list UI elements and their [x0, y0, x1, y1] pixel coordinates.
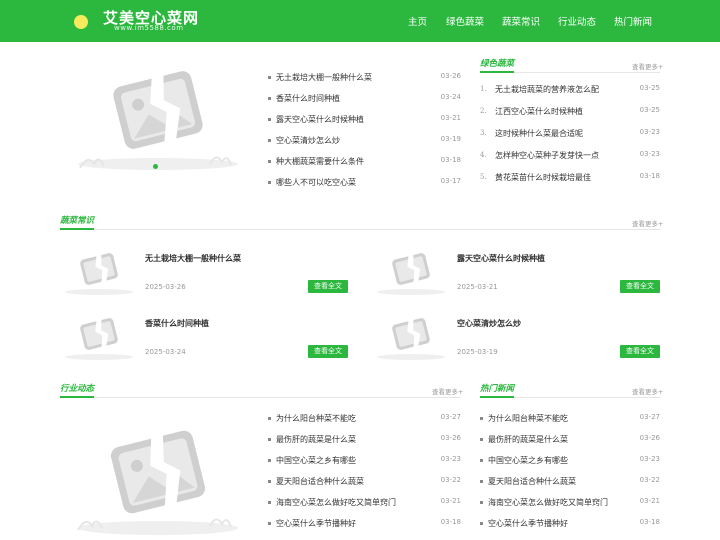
nav-item-home[interactable]: 主页 [408, 14, 427, 28]
article-thumbnail[interactable] [60, 307, 138, 363]
broken-image-icon [377, 318, 445, 360]
industry-banner-image[interactable] [60, 410, 255, 540]
article-title[interactable]: 香菜什么时间种植 [145, 318, 209, 329]
list-item[interactable]: 空心菜清炒怎么炒 03-19 [268, 135, 461, 149]
section-accent-bar [60, 396, 94, 398]
article-title[interactable]: 露天空心菜什么时候种植 [457, 253, 545, 264]
site-header: 艾美空心菜网 www.im5588.com 主页 绿色蔬菜 蔬菜常识 行业动态 … [0, 0, 720, 42]
list-item[interactable]: 夏天阳台适合种什么蔬菜 03-22 [480, 476, 660, 490]
divider [60, 229, 660, 230]
list-item[interactable]: 种大棚蔬菜需要什么条件 03-18 [268, 156, 461, 170]
article-date: 2025-03-19 [457, 348, 498, 356]
article-title[interactable]: 空心菜清炒怎么炒 [457, 318, 521, 329]
article-title[interactable]: 无土栽培大棚一般种什么菜 [145, 253, 241, 264]
featured-banner-image[interactable] [60, 60, 255, 175]
read-more-button[interactable]: 查看全文 [620, 345, 660, 358]
more-link-industry[interactable]: 查看更多+ [432, 386, 463, 396]
article-thumbnail[interactable] [60, 242, 138, 298]
nav-item-knowledge[interactable]: 蔬菜常识 [502, 14, 540, 28]
list-item[interactable]: 夏天阳台适合种什么蔬菜 03-22 [268, 476, 461, 490]
industry-list: 为什么阳台种菜不能吃 03-27 最伤肝的蔬菜是什么菜 03-26 中国空心菜之乡有… [268, 413, 461, 539]
broken-image-icon [377, 253, 445, 295]
article-date: 2025-03-21 [457, 283, 498, 291]
section-title-hot-news[interactable]: 热门新闻 [480, 382, 514, 394]
read-more-button[interactable]: 查看全文 [620, 280, 660, 293]
more-link-knowledge[interactable]: 查看更多+ [632, 218, 663, 228]
list-item[interactable]: 为什么阳台种菜不能吃 03-27 [480, 413, 660, 427]
list-item[interactable]: 4. 怎样种空心菜种子发芽快一点 03-23 [480, 150, 660, 164]
list-item[interactable]: 为什么阳台种菜不能吃 03-27 [268, 413, 461, 427]
article-thumbnail[interactable] [372, 242, 450, 298]
list-item[interactable]: 5. 黄花菜苗什么时候栽培最佳 03-18 [480, 172, 660, 186]
list-item[interactable]: 香菜什么时间种植 03-24 [268, 93, 461, 107]
read-more-button[interactable]: 查看全文 [308, 345, 348, 358]
nav-item-green-veg[interactable]: 绿色蔬菜 [446, 14, 484, 28]
list-item[interactable]: 哪些人不可以吃空心菜 03-17 [268, 177, 461, 191]
list-item[interactable]: 无土栽培大棚一般种什么菜 03-26 [268, 72, 461, 86]
list-item[interactable]: 最伤肝的蔬菜是什么菜 03-26 [480, 434, 660, 448]
hot-news-list: 为什么阳台种菜不能吃 03-27 最伤肝的蔬菜是什么菜 03-26 中国空心菜之乡有… [480, 413, 660, 539]
list-item[interactable]: 1. 无土栽培蔬菜的营养液怎么配 03-25 [480, 84, 660, 98]
list-item[interactable]: 空心菜什么季节播种好 03-18 [480, 518, 660, 532]
more-link-hot-news[interactable]: 查看更多+ [632, 386, 663, 396]
section-accent-bar [60, 228, 94, 230]
list-item[interactable]: 3. 这时候种什么菜最合适呢 03-23 [480, 128, 660, 142]
article-date: 2025-03-24 [145, 348, 186, 356]
section-title-industry[interactable]: 行业动态 [60, 382, 94, 394]
section-title-knowledge[interactable]: 蔬菜常识 [60, 214, 94, 226]
green-veg-list: 1. 无土栽培蔬菜的营养液怎么配 03-25 2. 江西空心菜什么时候种植 03-25 … [480, 84, 660, 184]
list-item[interactable]: 海南空心菜怎么做好吃又简单窍门 03-21 [480, 497, 660, 511]
article-date: 2025-03-26 [145, 283, 186, 291]
broken-image-icon [65, 318, 133, 360]
list-item[interactable]: 海南空心菜怎么做好吃又简单窍门 03-21 [268, 497, 461, 511]
list-item[interactable]: 最伤肝的蔬菜是什么菜 03-26 [268, 434, 461, 448]
section-title-green-veg[interactable]: 绿色蔬菜 [480, 57, 514, 69]
broken-image-icon [77, 430, 238, 535]
list-item[interactable]: 露天空心菜什么时候种植 03-21 [268, 114, 461, 128]
list-item[interactable]: 2. 江西空心菜什么时候种植 03-25 [480, 106, 660, 120]
list-item[interactable]: 空心菜什么季节播种好 03-18 [268, 518, 461, 532]
broken-image-icon [78, 71, 238, 170]
more-link-green-veg[interactable]: 查看更多+ [632, 61, 663, 71]
broken-image-icon [65, 253, 133, 295]
nav-item-hot-news[interactable]: 热门新闻 [614, 14, 652, 28]
divider [60, 397, 460, 398]
section-accent-bar [480, 396, 514, 398]
nav-item-industry[interactable]: 行业动态 [558, 14, 596, 28]
carousel-indicator[interactable] [153, 164, 158, 169]
main-nav: 主页 绿色蔬菜 蔬菜常识 行业动态 热门新闻 [0, 14, 720, 28]
section-accent-bar [480, 71, 514, 73]
list-item[interactable]: 中国空心菜之乡有哪些 03-23 [268, 455, 461, 469]
read-more-button[interactable]: 查看全文 [308, 280, 348, 293]
list-item[interactable]: 中国空心菜之乡有哪些 03-23 [480, 455, 660, 469]
featured-list: 无土栽培大棚一般种什么菜 03-26 香菜什么时间种植 03-24 露天空心菜什么时… [268, 72, 461, 198]
article-thumbnail[interactable] [372, 307, 450, 363]
